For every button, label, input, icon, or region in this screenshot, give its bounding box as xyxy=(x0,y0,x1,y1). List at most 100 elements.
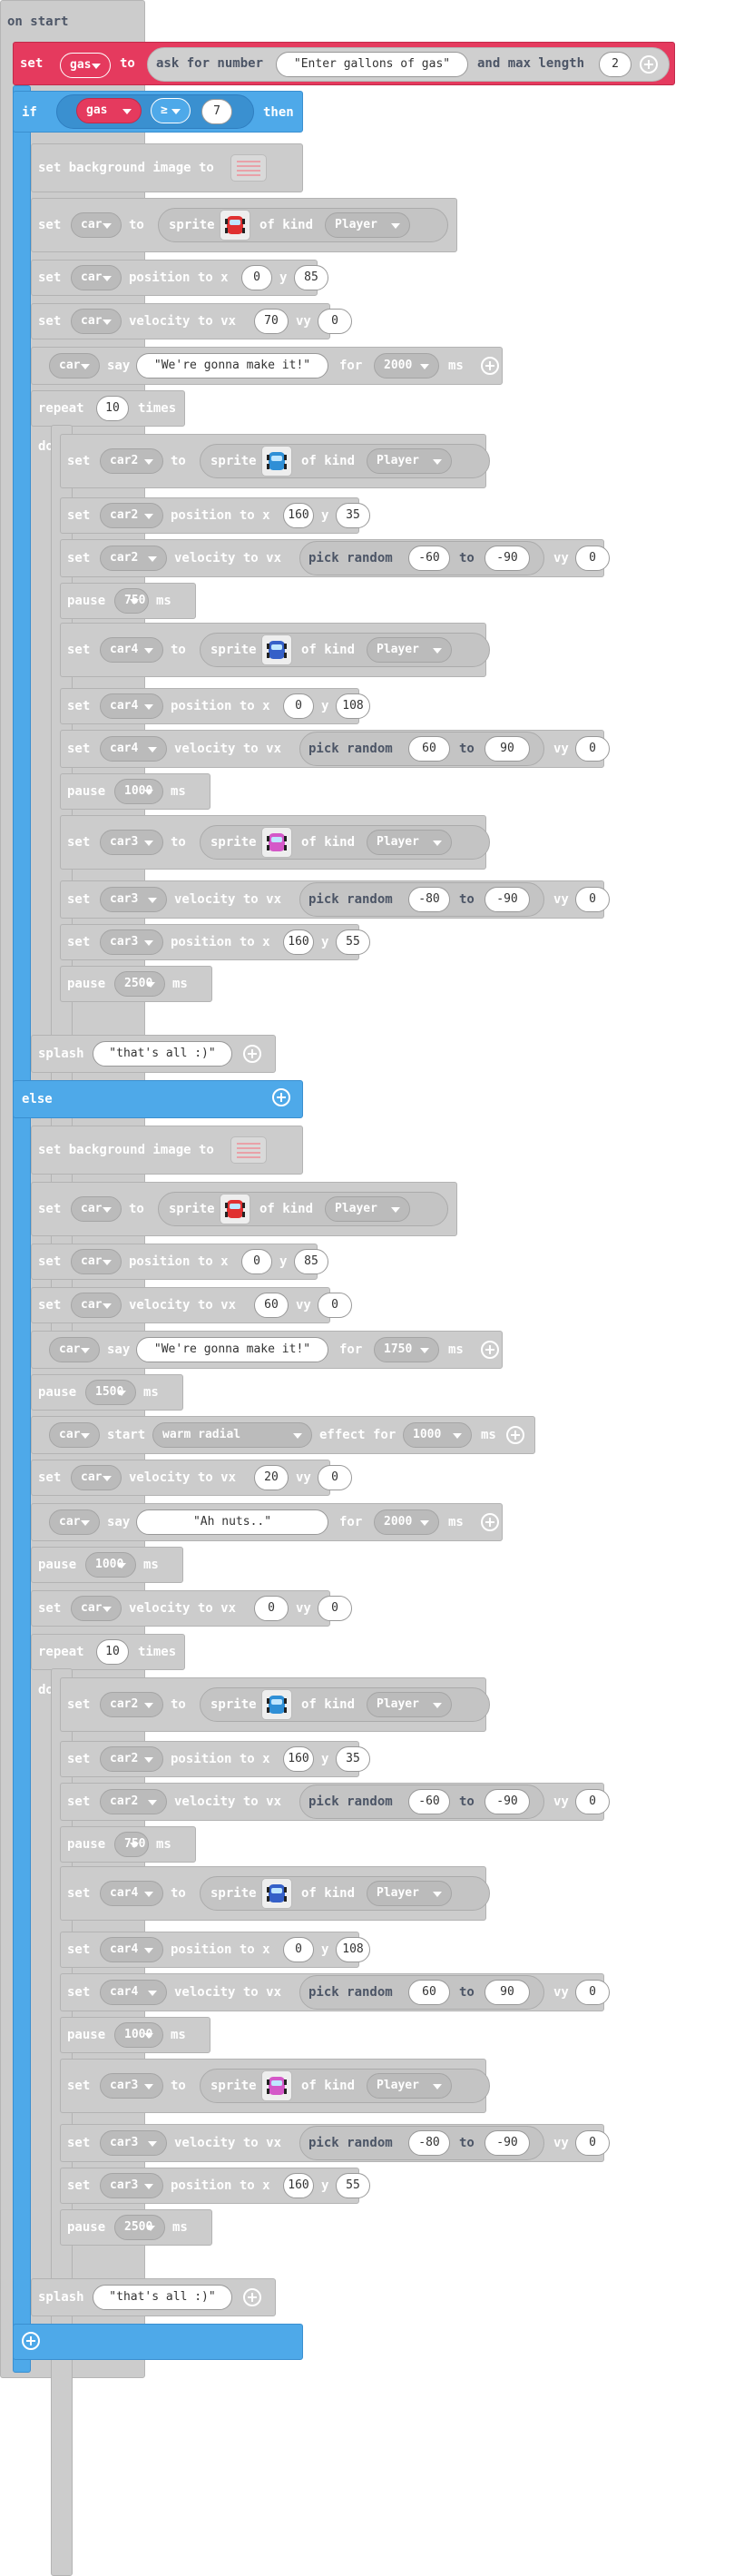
sprite-image-car[interactable] xyxy=(220,210,250,241)
x-input[interactable]: 160 xyxy=(283,1746,314,1772)
max-length-input[interactable]: 2 xyxy=(599,52,631,77)
position-var-dropdown-car[interactable]: car xyxy=(71,1249,122,1274)
vy-input[interactable]: 0 xyxy=(318,1293,352,1318)
say-duration-dropdown[interactable]: 1750 xyxy=(374,1337,439,1362)
pause-duration-dropdown[interactable]: 2500 xyxy=(114,2215,165,2240)
random-min-input[interactable]: -60 xyxy=(408,1789,450,1814)
pause-duration-dropdown[interactable]: 1000 xyxy=(114,779,163,804)
position-var-dropdown-car4[interactable]: car4 xyxy=(100,1937,163,1962)
sprite-var-dropdown-car3[interactable]: car3 xyxy=(100,830,163,855)
velocity-var-dropdown-car4[interactable]: car4 xyxy=(100,736,167,762)
say-var-dropdown-car[interactable]: car xyxy=(49,1509,100,1535)
kind-dropdown[interactable]: Player xyxy=(367,448,452,474)
pause-duration-dropdown[interactable]: 1000 xyxy=(114,2022,163,2048)
y-input[interactable]: 35 xyxy=(336,1746,370,1772)
pause-duration-dropdown[interactable]: 2500 xyxy=(114,971,165,997)
velocity-var-dropdown-car3[interactable]: car3 xyxy=(100,887,167,912)
random-min-input[interactable]: -80 xyxy=(408,2130,450,2156)
add-argument-icon[interactable] xyxy=(481,1513,499,1531)
add-argument-icon[interactable] xyxy=(243,2288,261,2306)
random-min-input[interactable]: -60 xyxy=(408,546,450,571)
velocity-var-dropdown-car2[interactable]: car2 xyxy=(100,1789,167,1814)
sprite-var-dropdown-car4[interactable]: car4 xyxy=(100,637,163,663)
repeat-count-input[interactable]: 10 xyxy=(96,396,129,421)
x-input[interactable]: 0 xyxy=(241,265,272,290)
sprite-var-dropdown-car4[interactable]: car4 xyxy=(100,1881,163,1906)
collapse-else-icon[interactable] xyxy=(272,1088,290,1106)
y-input[interactable]: 108 xyxy=(336,693,370,719)
kind-dropdown[interactable]: Player xyxy=(367,1881,452,1906)
x-input[interactable]: 0 xyxy=(283,1937,314,1962)
y-input[interactable]: 55 xyxy=(336,929,370,955)
kind-dropdown[interactable]: Player xyxy=(367,637,452,663)
vy-input[interactable]: 0 xyxy=(575,1980,610,2005)
velocity-var-dropdown-car2[interactable]: car2 xyxy=(100,546,167,571)
sprite-image-car2[interactable] xyxy=(261,446,292,477)
kind-dropdown[interactable]: Player xyxy=(325,1196,410,1222)
say-text-input[interactable]: "We're gonna make it!" xyxy=(136,1337,328,1362)
var-dropdown-gas[interactable]: gas xyxy=(60,53,111,78)
random-max-input[interactable]: 90 xyxy=(485,1980,530,2005)
x-input[interactable]: 160 xyxy=(283,2173,314,2198)
kind-dropdown[interactable]: Player xyxy=(367,830,452,855)
position-var-dropdown-car3[interactable]: car3 xyxy=(100,929,163,955)
say-duration-dropdown[interactable]: 2000 xyxy=(374,353,439,379)
kind-dropdown[interactable]: Player xyxy=(367,2073,452,2099)
y-input[interactable]: 85 xyxy=(294,265,328,290)
add-argument-icon[interactable] xyxy=(481,357,499,375)
say-text-input[interactable]: "We're gonna make it!" xyxy=(136,353,328,379)
y-input[interactable]: 85 xyxy=(294,1249,328,1274)
sprite-var-dropdown-car[interactable]: car xyxy=(71,1196,122,1222)
sprite-image-car4[interactable] xyxy=(261,634,292,665)
vy-input[interactable]: 0 xyxy=(575,2130,610,2156)
random-min-input[interactable]: 60 xyxy=(408,1980,450,2005)
x-input[interactable]: 0 xyxy=(283,693,314,719)
position-var-dropdown-car2[interactable]: car2 xyxy=(100,1746,163,1772)
say-var-dropdown-car[interactable]: car xyxy=(49,353,100,379)
x-input[interactable]: 160 xyxy=(283,929,314,955)
kind-dropdown[interactable]: Player xyxy=(325,212,410,238)
vy-input[interactable]: 0 xyxy=(318,1465,352,1490)
sprite-var-dropdown-car2[interactable]: car2 xyxy=(100,448,163,474)
if-var-dropdown-gas[interactable]: gas xyxy=(76,98,142,123)
pause-duration-dropdown[interactable]: 1500 xyxy=(85,1380,136,1405)
velocity-var-dropdown-car4[interactable]: car4 xyxy=(100,1980,167,2005)
say-duration-dropdown[interactable]: 2000 xyxy=(374,1509,439,1535)
velocity-var-dropdown-car[interactable]: car xyxy=(71,1465,122,1490)
background-image-thumbnail[interactable] xyxy=(230,1136,267,1164)
sprite-image-car[interactable] xyxy=(220,1194,250,1224)
sprite-image-car2[interactable] xyxy=(261,1689,292,1720)
position-var-dropdown-car2[interactable]: car2 xyxy=(100,503,163,528)
repeat-count-input[interactable]: 10 xyxy=(96,1639,129,1665)
velocity-var-dropdown-car[interactable]: car xyxy=(71,1293,122,1318)
vy-input[interactable]: 0 xyxy=(575,887,610,912)
random-min-input[interactable]: 60 xyxy=(408,736,450,762)
sprite-image-car3[interactable] xyxy=(261,827,292,858)
y-input[interactable]: 35 xyxy=(336,503,370,528)
sprite-var-dropdown-car2[interactable]: car2 xyxy=(100,1692,163,1717)
add-argument-icon[interactable] xyxy=(481,1341,499,1359)
random-min-input[interactable]: -80 xyxy=(408,887,450,912)
random-max-input[interactable]: -90 xyxy=(485,1789,530,1814)
add-argument-icon[interactable] xyxy=(640,55,658,74)
vy-input[interactable]: 0 xyxy=(318,309,352,334)
random-max-input[interactable]: -90 xyxy=(485,887,530,912)
vy-input[interactable]: 0 xyxy=(575,736,610,762)
effect-var-dropdown-car[interactable]: car xyxy=(49,1422,100,1448)
sprite-var-dropdown-car3[interactable]: car3 xyxy=(100,2073,163,2099)
add-else-if-icon[interactable] xyxy=(22,2332,40,2350)
add-argument-icon[interactable] xyxy=(243,1045,261,1063)
effect-dropdown[interactable]: warm radial xyxy=(152,1422,312,1448)
sprite-var-dropdown-car[interactable]: car xyxy=(71,212,122,238)
vx-input[interactable]: 0 xyxy=(254,1596,289,1621)
pause-duration-dropdown[interactable]: 750 xyxy=(114,1832,149,1857)
velocity-var-dropdown-car[interactable]: car xyxy=(71,1596,122,1621)
if-else-footer[interactable] xyxy=(13,2324,303,2360)
splash-text-input[interactable]: "that's all :)" xyxy=(93,1041,232,1067)
random-max-input[interactable]: 90 xyxy=(485,736,530,762)
vy-input[interactable]: 0 xyxy=(575,546,610,571)
position-var-dropdown-car4[interactable]: car4 xyxy=(100,693,163,719)
sprite-image-car4[interactable] xyxy=(261,1878,292,1909)
background-image-thumbnail[interactable] xyxy=(230,154,267,182)
threshold-input[interactable]: 7 xyxy=(201,99,232,124)
